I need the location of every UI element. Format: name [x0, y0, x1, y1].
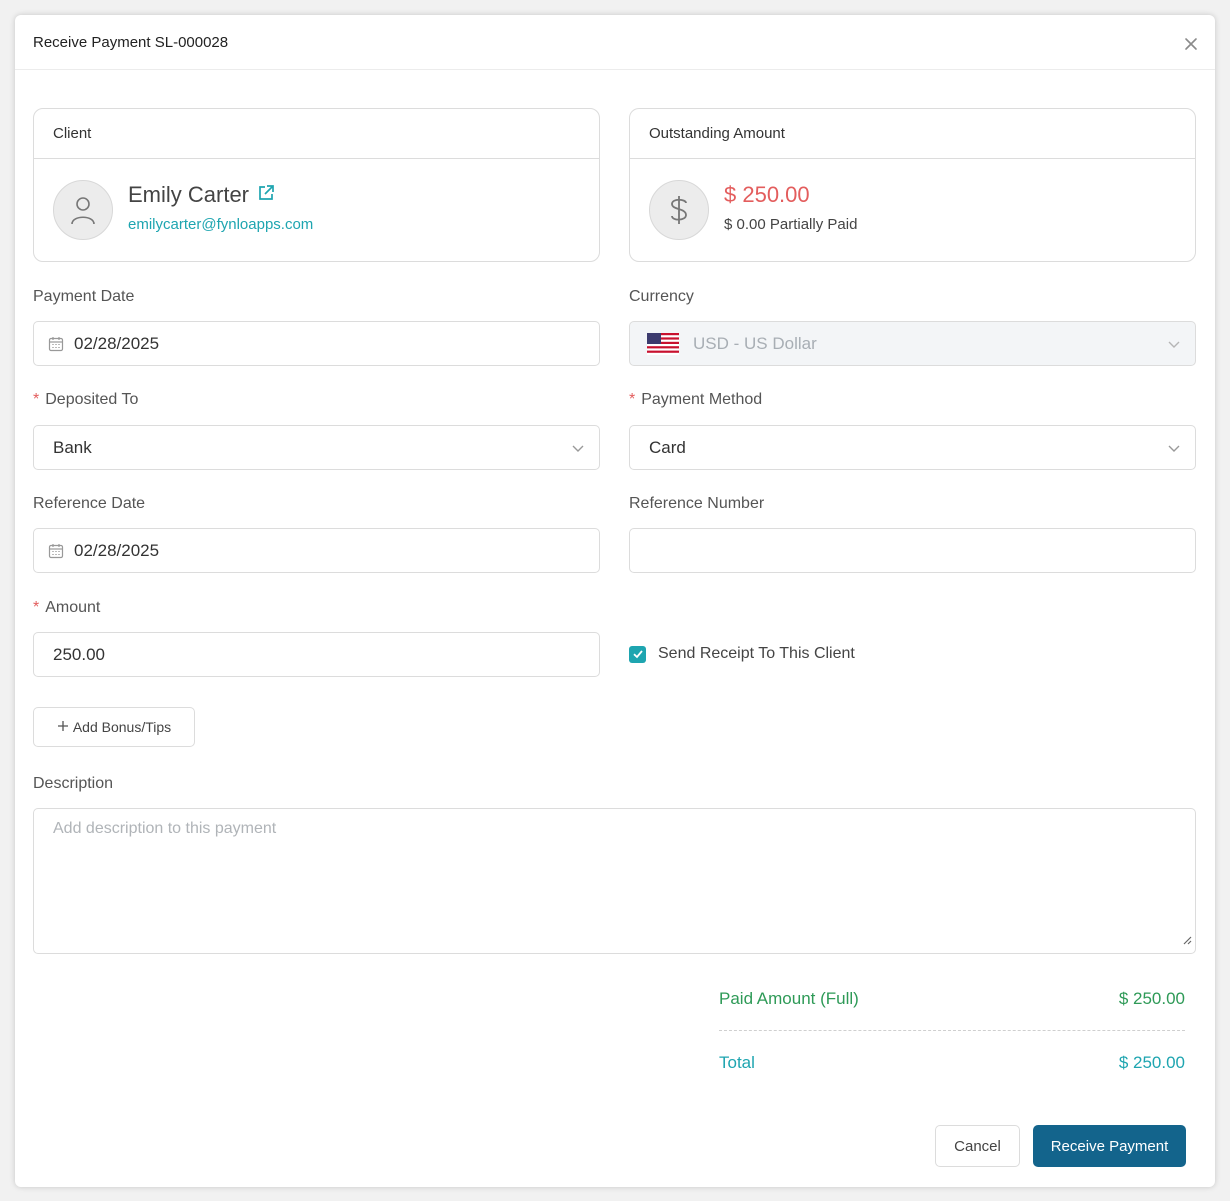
receive-payment-button[interactable]: Receive Payment: [1033, 1125, 1186, 1167]
external-link-icon[interactable]: [257, 182, 275, 208]
total-value: $ 250.00: [1118, 1053, 1185, 1072]
amount-input[interactable]: 250.00: [33, 632, 600, 677]
currency-select[interactable]: USD - US Dollar: [629, 321, 1196, 366]
deposited-to-label: * Deposited To: [33, 391, 138, 409]
amount-label-text: Amount: [45, 599, 101, 616]
outstanding-status: $ 0.00 Partially Paid: [724, 216, 858, 233]
description-label: Description: [33, 775, 114, 792]
paid-amount-row: Paid Amount (Full) $ 250.00: [719, 989, 1185, 1009]
amount-label: * Amount: [33, 599, 100, 617]
total-row: Total $ 250.00: [719, 1053, 1185, 1073]
user-icon: [53, 180, 113, 240]
outstanding-card-heading: Outstanding Amount: [630, 109, 1195, 159]
send-receipt-label: Send Receipt To This Client: [658, 645, 855, 662]
payment-date-value: 02/28/2025: [74, 333, 160, 353]
payment-method-value: Card: [649, 437, 686, 457]
send-receipt-row[interactable]: Send Receipt To This Client: [629, 645, 855, 663]
paid-amount-value: $ 250.00: [1118, 989, 1185, 1008]
chevron-down-icon: [1167, 440, 1181, 460]
currency-value: USD - US Dollar: [693, 333, 817, 353]
deposited-to-label-text: Deposited To: [45, 391, 139, 408]
cancel-button[interactable]: Cancel: [935, 1125, 1020, 1167]
payment-method-label: * Payment Method: [629, 391, 762, 409]
deposited-to-value: Bank: [53, 437, 92, 457]
client-name: Emily Carter: [128, 182, 250, 207]
payment-method-select[interactable]: Card: [629, 425, 1196, 470]
add-bonus-label: Add Bonus/Tips: [72, 719, 172, 735]
payment-method-label-text: Payment Method: [641, 391, 763, 408]
client-card-heading: Client: [34, 109, 599, 159]
description-placeholder: Add description to this payment: [53, 820, 277, 837]
required-mark: *: [33, 391, 40, 408]
calendar-icon: [48, 543, 64, 559]
summary-divider: [719, 1030, 1185, 1031]
receive-payment-modal: Receive Payment SL-000028 Client Emily C…: [15, 15, 1215, 1187]
deposited-to-select[interactable]: Bank: [33, 425, 600, 470]
modal-title: Receive Payment SL-000028: [33, 34, 229, 51]
modal-header: Receive Payment SL-000028: [15, 15, 1215, 70]
required-mark: *: [33, 599, 40, 616]
total-label: Total: [719, 1053, 755, 1072]
reference-number-label: Reference Number: [629, 495, 765, 512]
add-bonus-button[interactable]: Add Bonus/Tips: [33, 707, 195, 747]
required-mark: *: [629, 391, 636, 408]
reference-date-value: 02/28/2025: [74, 540, 160, 560]
currency-label: Currency: [629, 288, 694, 305]
resize-handle-icon[interactable]: [1182, 932, 1192, 950]
client-email[interactable]: emilycarter@fynloapps.com: [128, 216, 313, 233]
outstanding-amount: $ 250.00: [724, 182, 810, 207]
amount-value: 250.00: [53, 644, 105, 664]
chevron-down-icon: [1167, 336, 1181, 356]
reference-number-input[interactable]: [629, 528, 1196, 573]
reference-date-input[interactable]: 02/28/2025: [33, 528, 600, 573]
outstanding-card: Outstanding Amount $ 250.00 $ 0.00 Parti…: [629, 108, 1196, 262]
plus-icon: [57, 719, 69, 735]
client-name-row: Emily Carter: [128, 182, 275, 208]
client-card: Client Emily Carter emilycarter@fynloapp…: [33, 108, 600, 262]
us-flag-icon: [647, 332, 679, 355]
close-icon[interactable]: [1181, 34, 1201, 54]
dollar-icon: [649, 180, 709, 240]
payment-date-input[interactable]: 02/28/2025: [33, 321, 600, 366]
description-textarea[interactable]: Add description to this payment: [33, 808, 1196, 954]
chevron-down-icon: [571, 440, 585, 460]
payment-date-label: Payment Date: [33, 288, 135, 305]
calendar-icon: [48, 336, 64, 352]
paid-amount-label: Paid Amount (Full): [719, 989, 859, 1008]
reference-date-label: Reference Date: [33, 495, 146, 512]
send-receipt-checkbox[interactable]: [629, 645, 646, 663]
